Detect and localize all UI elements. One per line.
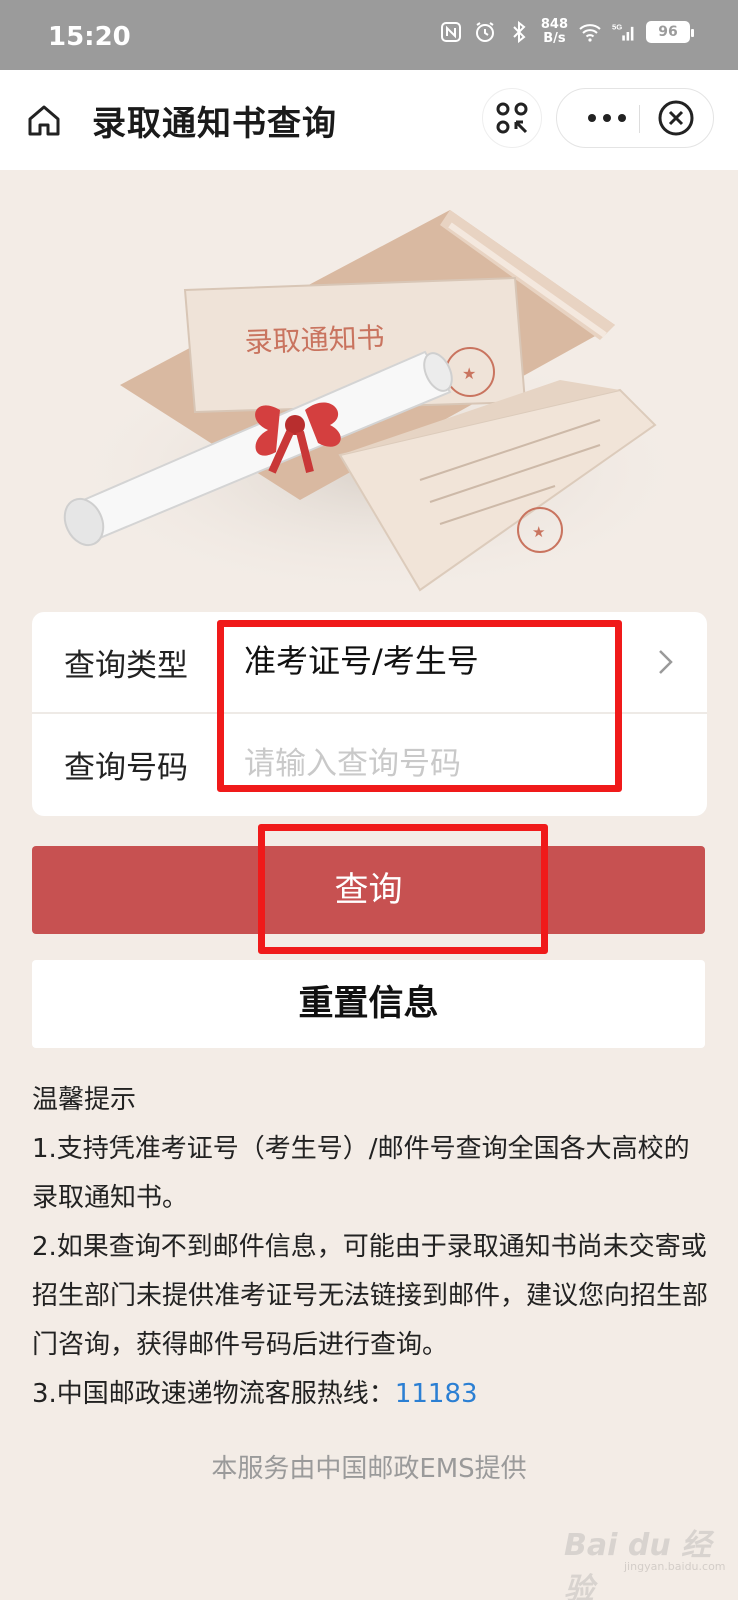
net-speed: 848 B/s [540,17,568,46]
footer-text: 本服务由中国邮政EMS提供 [211,1454,527,1484]
svg-text:★: ★ [462,364,476,383]
query-number-row: 查询号码 [32,714,707,814]
battery-indicator: 96 [646,21,694,43]
tip-item-3-text: 3.中国邮政速递物流客服热线： [32,1379,395,1409]
query-button[interactable]: 查询 [32,846,705,934]
reset-button[interactable]: 重置信息 [32,960,705,1048]
tip-item-3: 3.中国邮政速递物流客服热线：11183 [32,1370,712,1419]
alarm-icon [475,22,494,42]
status-time: 15:20 [48,22,131,52]
svg-text:★: ★ [532,523,545,541]
tips-section: 温馨提示 1.支持凭准考证号（考生号）/邮件号查询全国各大高校的录取通知书。 2… [32,1076,712,1419]
home-icon[interactable] [24,100,64,140]
signal-icon: 5G [612,22,634,41]
chevron-right-icon [659,650,673,674]
query-form: 查询类型 准考证号/考生号 查询号码 [32,612,707,816]
tip-item-2: 2.如果查询不到邮件信息，可能由于录取通知书尚未交寄或招生部门未提供准考证号无法… [32,1232,709,1360]
tip-item-1: 1.支持凭准考证号（考生号）/邮件号查询全国各大高校的录取通知书。 [32,1134,690,1213]
query-number-label: 查询号码 [64,750,188,786]
admission-letter-illustration: 录取通知书 ★ ★ [60,210,700,600]
query-type-label: 查询类型 [64,648,188,684]
scan-icon [496,102,528,134]
tips-title: 温馨提示 [32,1085,137,1115]
hotline-link[interactable]: 11183 [395,1379,478,1409]
nav-bar: 录取通知书查询 [0,70,738,170]
wifi-icon [579,24,601,42]
more-icon[interactable] [577,89,637,147]
nfc-icon [440,22,461,42]
mini-program-capsule [556,88,714,148]
bluetooth-icon [513,20,526,44]
baidu-watermark: Bai du 经验 jingyan.baidu.com [564,1520,726,1600]
page-title: 录取通知书查询 [92,104,337,144]
capsule-divider [639,105,640,133]
query-number-input[interactable] [244,734,644,794]
query-type-row[interactable]: 查询类型 准考证号/考生号 [32,612,707,712]
status-icons: 848 B/s 5G 96 [439,17,694,46]
watermark-site: jingyan.baidu.com [624,1560,726,1573]
svg-text:5G: 5G [612,22,622,31]
close-icon[interactable] [657,99,695,137]
query-type-select[interactable]: 准考证号/考生号 [244,636,479,682]
status-bar: 15:20 848 B/s 5G 96 [0,0,738,70]
envelope-text: 录取通知书 [244,321,385,359]
scan-button[interactable] [482,88,542,148]
